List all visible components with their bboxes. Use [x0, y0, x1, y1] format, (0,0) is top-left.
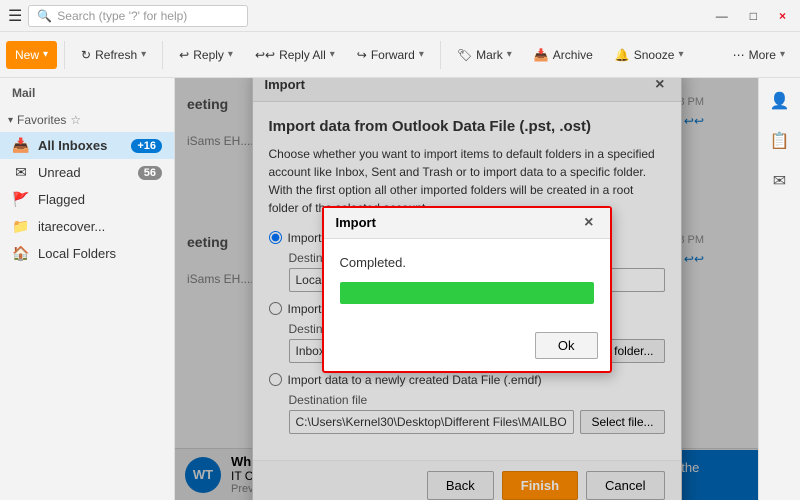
progress-bar-background: [340, 282, 594, 304]
flagged-label: Flagged: [38, 192, 85, 207]
sidebar-mail-section: Mail: [0, 78, 174, 108]
sidebar-item-itarecover[interactable]: 📁 itarecover...: [0, 213, 174, 240]
maximize-button[interactable]: □: [744, 9, 763, 23]
forward-button[interactable]: ↪ Forward ▾: [348, 41, 433, 69]
right-panel-mail-button[interactable]: ✉: [768, 166, 791, 196]
inner-dialog-close-button[interactable]: ×: [580, 215, 597, 231]
all-inboxes-badge: +16: [131, 139, 162, 153]
snooze-arrow[interactable]: ▾: [678, 49, 683, 60]
new-button[interactable]: New ▾: [6, 41, 57, 69]
sidebar-item-flagged[interactable]: 🚩 Flagged: [0, 186, 174, 213]
new-dropdown-arrow[interactable]: ▾: [43, 49, 48, 60]
reply-all-icon: ↩↩: [255, 48, 275, 62]
separator-3: [440, 41, 441, 69]
right-panel-calendar-button[interactable]: 📋: [765, 126, 795, 156]
reply-all-arrow[interactable]: ▾: [330, 49, 335, 60]
sidebar-app-title: Mail: [0, 82, 174, 104]
modal-overlay: Import × Import data from Outlook Data F…: [175, 78, 758, 500]
flagged-icon: 🚩: [12, 191, 30, 208]
inner-dialog-overlay: Import × Completed. Ok: [253, 78, 681, 500]
mark-button[interactable]: 🏷 Mark ▾: [448, 41, 521, 69]
refresh-arrow[interactable]: ▾: [141, 49, 146, 60]
reply-icon: ↩: [179, 48, 189, 62]
right-panel: 👤 📋 ✉: [758, 78, 800, 500]
mark-icon: 🏷: [457, 48, 472, 62]
forward-icon: ↪: [357, 48, 367, 62]
sidebar-item-local-folders[interactable]: 🏠 Local Folders: [0, 240, 174, 267]
search-icon: 🔍: [37, 9, 52, 23]
favorites-chevron: ▾: [8, 115, 13, 126]
more-icon: ⋯: [733, 48, 745, 62]
inner-dialog-title-text: Import: [336, 215, 376, 230]
import-dialog: Import × Import data from Outlook Data F…: [252, 78, 682, 500]
folder-icon: 📁: [12, 218, 30, 235]
refresh-icon: ↻: [81, 48, 91, 62]
forward-arrow[interactable]: ▾: [419, 49, 424, 60]
completed-text: Completed.: [340, 255, 594, 270]
unread-badge: 56: [138, 166, 162, 180]
close-button[interactable]: ×: [773, 9, 792, 23]
title-bar-controls: — □ ×: [710, 9, 792, 23]
inner-dialog-footer: Ok: [324, 328, 610, 371]
progress-bar-fill: [340, 282, 594, 304]
title-bar-left: ☰ 🔍 Search (type '?' for help): [8, 5, 248, 27]
search-placeholder: Search (type '?' for help): [57, 9, 187, 23]
more-arrow[interactable]: ▾: [780, 49, 785, 60]
ok-button[interactable]: Ok: [535, 332, 598, 359]
inner-dialog-title-bar: Import ×: [324, 208, 610, 239]
local-folders-label: Local Folders: [38, 246, 116, 261]
local-folders-icon: 🏠: [12, 245, 30, 262]
unread-label: Unread: [38, 165, 81, 180]
hamburger-icon[interactable]: ☰: [8, 6, 22, 26]
sidebar: Mail ▾ Favorites ☆ 📥 All Inboxes +16 ✉ U…: [0, 78, 175, 500]
title-bar: ☰ 🔍 Search (type '?' for help) — □ ×: [0, 0, 800, 32]
mark-arrow[interactable]: ▾: [507, 49, 512, 60]
main-area: Mail ▾ Favorites ☆ 📥 All Inboxes +16 ✉ U…: [0, 78, 800, 500]
separator-1: [64, 41, 65, 69]
archive-icon: 📥: [534, 48, 549, 62]
right-panel-person-button[interactable]: 👤: [765, 86, 795, 116]
more-button[interactable]: ⋯ More ▾: [724, 41, 794, 69]
reply-all-button[interactable]: ↩↩ Reply All ▾: [246, 41, 344, 69]
refresh-button[interactable]: ↻ Refresh ▾: [72, 41, 155, 69]
toolbar: New ▾ ↻ Refresh ▾ ↩ Reply ▾ ↩↩ Reply All…: [0, 32, 800, 78]
itarecover-label: itarecover...: [38, 219, 105, 234]
snooze-button[interactable]: 🔔 Snooze ▾: [606, 41, 693, 69]
favorites-label: Favorites: [17, 113, 66, 127]
sidebar-favorites-header[interactable]: ▾ Favorites ☆: [0, 108, 174, 132]
all-inboxes-label: All Inboxes: [38, 138, 107, 153]
minimize-button[interactable]: —: [710, 9, 734, 23]
snooze-icon: 🔔: [615, 48, 630, 62]
inbox-icon: 📥: [12, 137, 30, 154]
archive-button[interactable]: 📥 Archive: [525, 41, 602, 69]
sidebar-item-all-inboxes[interactable]: 📥 All Inboxes +16: [0, 132, 174, 159]
main-content: eeting Fri 5/17/2013 6:58 PM ↩ ↩↩ iSams …: [175, 78, 800, 500]
reply-button[interactable]: ↩ Reply ▾: [170, 41, 242, 69]
inner-dialog: Import × Completed. Ok: [322, 206, 612, 373]
inner-dialog-body: Completed.: [324, 239, 610, 328]
sidebar-item-unread[interactable]: ✉ Unread 56: [0, 159, 174, 186]
reply-arrow[interactable]: ▾: [228, 49, 233, 60]
new-label: New: [15, 48, 39, 62]
separator-2: [162, 41, 163, 69]
unread-icon: ✉: [12, 164, 30, 181]
search-box[interactable]: 🔍 Search (type '?' for help): [28, 5, 248, 27]
star-icon: ☆: [70, 113, 81, 127]
